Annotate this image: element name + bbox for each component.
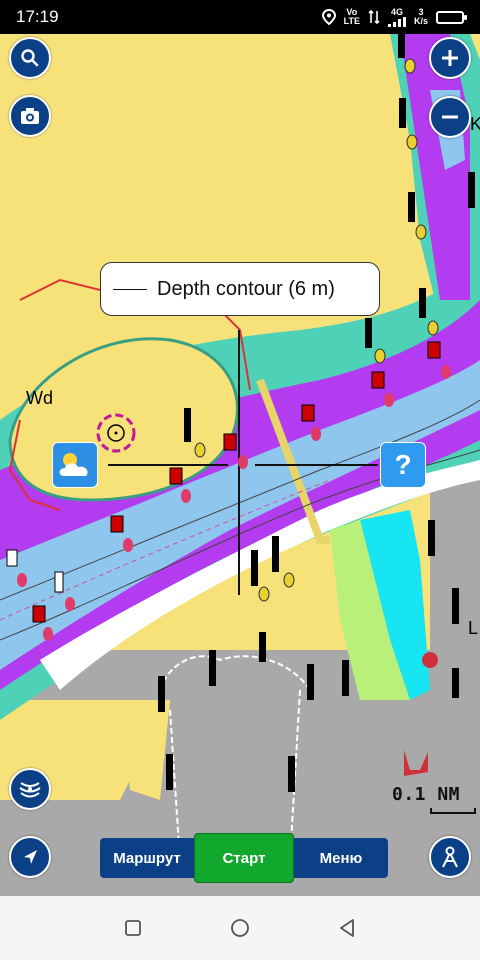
battery-icon xyxy=(436,10,467,24)
zoom-in-button[interactable] xyxy=(429,37,471,79)
depth-contour-tooltip: Depth contour (6 m) xyxy=(100,262,380,316)
plus-icon xyxy=(442,50,458,66)
location-icon xyxy=(321,9,336,25)
nautical-chart-map[interactable]: Depth contour (6 m) Wd L K ? 0.1 NM xyxy=(0,34,480,896)
question-icon: ? xyxy=(394,449,412,480)
signal-indicator: 4G xyxy=(387,6,406,27)
search-icon xyxy=(21,49,39,67)
data-arrows-icon xyxy=(368,9,380,25)
home-icon[interactable] xyxy=(230,918,250,938)
map-label-wd: Wd xyxy=(26,388,53,408)
volte-bottom: LTE xyxy=(343,16,360,26)
status-icons: Vo LTE 4G 3 K/s xyxy=(321,6,467,27)
zoom-out-button[interactable] xyxy=(429,96,471,138)
start-button[interactable]: Старт xyxy=(194,833,294,883)
speed-unit: K/s xyxy=(413,16,428,26)
scale-bar xyxy=(430,808,476,814)
minus-icon xyxy=(442,115,458,119)
camera-button[interactable] xyxy=(9,95,51,137)
map-label-l: L xyxy=(468,618,479,638)
tooltip-text: Depth contour (6 m) xyxy=(157,277,335,300)
volte-indicator: Vo LTE xyxy=(344,8,360,26)
weather-icon xyxy=(59,453,88,476)
navigation-arrow-icon xyxy=(24,850,37,864)
bottom-toolbar: Маршрут Старт Меню xyxy=(100,833,388,883)
navigation-button[interactable] xyxy=(9,836,51,878)
scale-label: 0.1 NM xyxy=(392,784,461,805)
person-icon xyxy=(442,846,458,868)
status-bar: 17:19 Vo LTE 4G 3 K/s xyxy=(0,0,480,34)
route-button[interactable]: Маршрут xyxy=(100,838,194,878)
signal-bars-icon xyxy=(387,16,406,27)
search-button[interactable] xyxy=(9,37,51,79)
sonar-layers-icon xyxy=(19,782,41,798)
sonar-layers-button[interactable] xyxy=(9,768,51,810)
camera-icon xyxy=(21,108,39,124)
weather-button[interactable] xyxy=(52,442,98,488)
help-button[interactable]: ? xyxy=(380,442,426,488)
status-time: 17:19 xyxy=(16,7,59,26)
recents-icon[interactable] xyxy=(124,919,142,937)
menu-button[interactable]: Меню xyxy=(294,838,388,878)
map-label-k: K xyxy=(470,114,480,134)
person-button[interactable] xyxy=(429,836,471,878)
back-icon[interactable] xyxy=(338,918,356,938)
speed-indicator: 3 K/s xyxy=(414,8,428,26)
contour-line-sample xyxy=(113,288,147,290)
system-nav-bar xyxy=(0,896,480,960)
signal-label: 4G xyxy=(390,6,403,17)
